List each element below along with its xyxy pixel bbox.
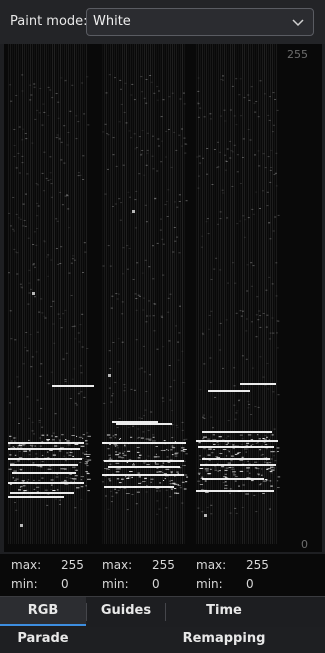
min-value: 0 <box>152 577 160 591</box>
parade-plot <box>8 44 281 544</box>
min-value: 0 <box>61 577 69 591</box>
paint-mode-value: White <box>93 14 131 29</box>
paint-mode-label: Paint mode: <box>10 14 88 29</box>
tab-time-remapping[interactable]: Time Remapping <box>166 597 282 646</box>
min-value: 0 <box>246 577 254 591</box>
rgb-parade-scope: 255 0 <box>4 44 322 552</box>
min-label: min: <box>102 577 129 591</box>
min-row: min: 0 <box>196 577 286 595</box>
chevron-down-icon <box>292 19 304 27</box>
min-label: min: <box>11 577 38 591</box>
tab-guides[interactable]: Guides <box>87 597 165 626</box>
paint-mode-dropdown[interactable]: White <box>86 8 314 36</box>
max-value: 255 <box>152 558 175 572</box>
tab-rgb-parade[interactable]: RGB Parade <box>0 597 86 646</box>
green-channel-stats: max: 255 min: 0 <box>102 554 192 596</box>
scale-max-label: 255 <box>287 48 308 61</box>
toolbar: Paint mode: White <box>0 0 325 44</box>
scale-min-label: 0 <box>301 538 308 551</box>
max-row: max: 255 <box>11 558 101 576</box>
min-label: min: <box>196 577 223 591</box>
max-value: 255 <box>61 558 84 572</box>
max-value: 255 <box>246 558 269 572</box>
blue-channel-stats: max: 255 min: 0 <box>196 554 286 596</box>
red-channel-stats: max: 255 min: 0 <box>11 554 101 596</box>
channel-stats: max: 255 min: 0 max: 255 min: 0 max: 255… <box>0 554 325 596</box>
max-label: max: <box>11 558 42 572</box>
max-label: max: <box>102 558 133 572</box>
min-row: min: 0 <box>11 577 101 595</box>
max-row: max: 255 <box>102 558 192 576</box>
max-row: max: 255 <box>196 558 286 576</box>
tab-bar: RGB Parade Guides Time Remapping <box>0 596 325 646</box>
max-label: max: <box>196 558 227 572</box>
min-row: min: 0 <box>102 577 192 595</box>
